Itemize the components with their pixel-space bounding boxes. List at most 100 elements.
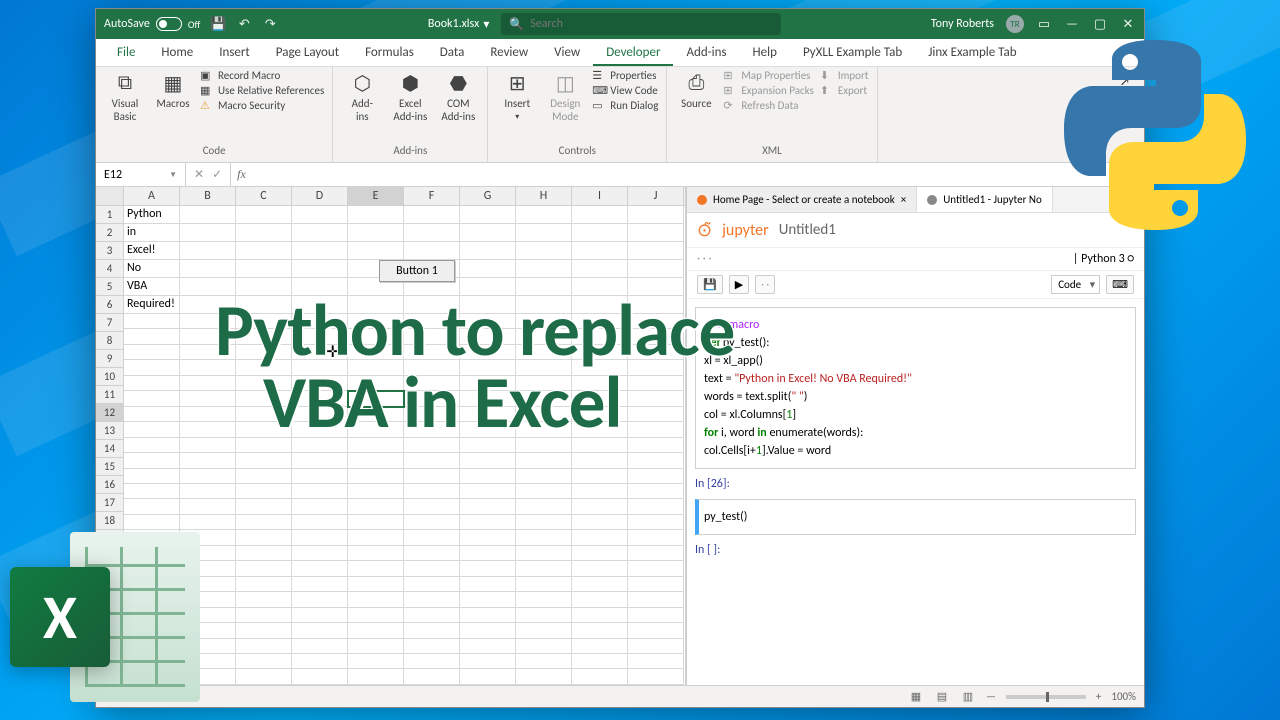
cell-J7[interactable] — [628, 314, 684, 329]
cell-G12[interactable] — [460, 391, 516, 406]
cell-C19[interactable] — [236, 499, 292, 514]
cell-C22[interactable] — [236, 546, 292, 561]
cell-H5[interactable] — [516, 278, 572, 296]
cell-I20[interactable] — [572, 515, 628, 530]
cell-I27[interactable] — [572, 623, 628, 638]
cell-B12[interactable] — [180, 391, 236, 406]
cell-D21[interactable] — [292, 530, 348, 545]
cell-E27[interactable] — [348, 623, 404, 638]
cell-G15[interactable] — [460, 438, 516, 453]
cell-I2[interactable] — [572, 224, 628, 242]
code-cell-2[interactable]: py_test() — [695, 499, 1136, 535]
col-header-I[interactable]: I — [572, 187, 628, 205]
select-all-corner[interactable] — [96, 187, 124, 205]
col-header-C[interactable]: C — [236, 187, 292, 205]
cell-D3[interactable] — [292, 242, 348, 260]
cell-H21[interactable] — [516, 530, 572, 545]
cell-E25[interactable] — [348, 592, 404, 607]
zoom-in-button[interactable]: + — [1096, 690, 1101, 703]
cell-D15[interactable] — [292, 438, 348, 453]
cell-F7[interactable] — [404, 314, 460, 329]
row-header-9[interactable]: 9 — [96, 350, 123, 368]
cell-H24[interactable] — [516, 577, 572, 592]
cell-G2[interactable] — [460, 224, 516, 242]
cell-B15[interactable] — [180, 438, 236, 453]
view-normal-icon[interactable]: ▦ — [908, 690, 924, 703]
cell-J6[interactable] — [628, 296, 684, 314]
zoom-slider[interactable] — [1006, 695, 1086, 699]
cell-H23[interactable] — [516, 561, 572, 576]
view-break-icon[interactable]: ▥ — [960, 690, 976, 703]
jp-run-button[interactable]: ▶ — [729, 275, 749, 294]
cell-C20[interactable] — [236, 515, 292, 530]
cell-I29[interactable] — [572, 654, 628, 669]
cell-F26[interactable] — [404, 608, 460, 623]
cell-D12[interactable] — [292, 391, 348, 406]
map-properties-button[interactable]: ⊞Map Properties — [723, 69, 813, 82]
cell-E15[interactable] — [348, 438, 404, 453]
cell-H8[interactable] — [516, 329, 572, 344]
cell-F14[interactable] — [404, 422, 460, 437]
cell-J14[interactable] — [628, 422, 684, 437]
cell-D4[interactable] — [292, 260, 348, 278]
visual-basic-button[interactable]: ⧉Visual Basic — [104, 69, 146, 125]
cell-I18[interactable] — [572, 484, 628, 499]
cell-C18[interactable] — [236, 484, 292, 499]
macro-security-button[interactable]: ⚠Macro Security — [200, 99, 324, 112]
cell-F1[interactable] — [404, 206, 460, 224]
com-addins-button[interactable]: ⬣COM Add-ins — [437, 69, 479, 125]
row-header-8[interactable]: 8 — [96, 332, 123, 350]
cell-F19[interactable] — [404, 499, 460, 514]
zoom-out-button[interactable]: — — [986, 690, 996, 703]
col-header-E[interactable]: E — [348, 187, 404, 205]
cell-D22[interactable] — [292, 546, 348, 561]
cell-H9[interactable] — [516, 345, 572, 360]
excel-addins-button[interactable]: ⬢Excel Add-ins — [389, 69, 431, 125]
cell-G14[interactable] — [460, 422, 516, 437]
cell-B11[interactable] — [180, 376, 236, 391]
cell-J2[interactable] — [628, 224, 684, 242]
col-header-B[interactable]: B — [180, 187, 236, 205]
cell-I22[interactable] — [572, 546, 628, 561]
tab-pyxll-example-tab[interactable]: PyXLL Example Tab — [790, 41, 915, 66]
cell-C8[interactable] — [236, 329, 292, 344]
cell-F3[interactable] — [404, 242, 460, 260]
cell-I1[interactable] — [572, 206, 628, 224]
cell-B2[interactable] — [180, 224, 236, 242]
cell-A20[interactable] — [124, 515, 180, 530]
cell-J18[interactable] — [628, 484, 684, 499]
addins-button[interactable]: ⬡Add- ins — [341, 69, 383, 125]
cell-F8[interactable] — [404, 329, 460, 344]
cell-E12[interactable] — [348, 391, 404, 406]
cell-D18[interactable] — [292, 484, 348, 499]
cell-G27[interactable] — [460, 623, 516, 638]
cell-A17[interactable] — [124, 469, 180, 484]
name-box[interactable]: E12▼ — [96, 163, 186, 186]
tab-help[interactable]: Help — [740, 41, 790, 66]
cell-B16[interactable] — [180, 453, 236, 468]
cell-F17[interactable] — [404, 469, 460, 484]
cell-H2[interactable] — [516, 224, 572, 242]
cell-F29[interactable] — [404, 654, 460, 669]
cell-E17[interactable] — [348, 469, 404, 484]
cell-F18[interactable] — [404, 484, 460, 499]
notebook-title[interactable]: Untitled1 — [779, 221, 836, 239]
fx-icon[interactable]: fx — [231, 167, 252, 182]
cell-G20[interactable] — [460, 515, 516, 530]
cell-H19[interactable] — [516, 499, 572, 514]
cell-J10[interactable] — [628, 360, 684, 375]
cell-G9[interactable] — [460, 345, 516, 360]
cell-I12[interactable] — [572, 391, 628, 406]
cell-J5[interactable] — [628, 278, 684, 296]
cell-H27[interactable] — [516, 623, 572, 638]
cell-G23[interactable] — [460, 561, 516, 576]
cell-D2[interactable] — [292, 224, 348, 242]
cell-D6[interactable] — [292, 296, 348, 314]
cell-C26[interactable] — [236, 608, 292, 623]
cell-J12[interactable] — [628, 391, 684, 406]
cell-J19[interactable] — [628, 499, 684, 514]
cell-I8[interactable] — [572, 329, 628, 344]
cell-C7[interactable] — [236, 314, 292, 329]
cell-type-select[interactable]: Code — [1051, 275, 1100, 294]
cell-J27[interactable] — [628, 623, 684, 638]
